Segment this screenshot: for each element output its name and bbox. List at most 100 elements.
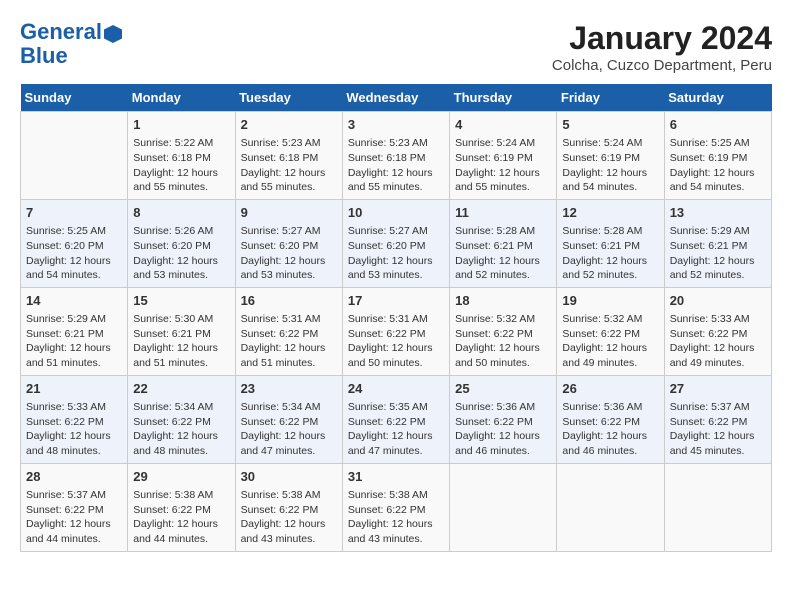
day-info: Sunrise: 5:25 AM Sunset: 6:19 PM Dayligh… [670,136,766,195]
day-number: 1 [133,116,229,134]
title-area: January 2024 Colcha, Cuzco Department, P… [552,20,772,74]
day-number: 27 [670,380,766,398]
weekday-header-tuesday: Tuesday [235,84,342,112]
calendar-cell: 14 Sunrise: 5:29 AM Sunset: 6:21 PM Dayli… [21,287,128,375]
day-number: 9 [241,204,337,222]
day-info: Sunrise: 5:31 AM Sunset: 6:22 PM Dayligh… [241,312,337,371]
calendar-cell: 10 Sunrise: 5:27 AM Sunset: 6:20 PM Dayli… [342,199,449,287]
day-info: Sunrise: 5:38 AM Sunset: 6:22 PM Dayligh… [241,488,337,547]
calendar-cell: 22 Sunrise: 5:34 AM Sunset: 6:22 PM Dayli… [128,375,235,463]
page-subtitle: Colcha, Cuzco Department, Peru [552,57,772,74]
day-number: 17 [348,292,444,310]
day-number: 29 [133,468,229,486]
day-number: 31 [348,468,444,486]
day-info: Sunrise: 5:24 AM Sunset: 6:19 PM Dayligh… [455,136,551,195]
calendar-cell: 5 Sunrise: 5:24 AM Sunset: 6:19 PM Daylig… [557,112,664,200]
weekday-header-monday: Monday [128,84,235,112]
calendar-week-row: 7 Sunrise: 5:25 AM Sunset: 6:20 PM Daylig… [21,199,772,287]
calendar-week-row: 21 Sunrise: 5:33 AM Sunset: 6:22 PM Dayli… [21,375,772,463]
day-info: Sunrise: 5:34 AM Sunset: 6:22 PM Dayligh… [241,400,337,459]
day-number: 7 [26,204,122,222]
day-number: 15 [133,292,229,310]
day-number: 20 [670,292,766,310]
day-number: 5 [562,116,658,134]
logo-general: General [20,20,122,44]
day-info: Sunrise: 5:37 AM Sunset: 6:22 PM Dayligh… [670,400,766,459]
calendar-cell [557,463,664,551]
day-info: Sunrise: 5:28 AM Sunset: 6:21 PM Dayligh… [455,224,551,283]
day-number: 4 [455,116,551,134]
weekday-header-saturday: Saturday [664,84,771,112]
day-info: Sunrise: 5:35 AM Sunset: 6:22 PM Dayligh… [348,400,444,459]
day-number: 18 [455,292,551,310]
day-number: 23 [241,380,337,398]
day-number: 6 [670,116,766,134]
day-info: Sunrise: 5:36 AM Sunset: 6:22 PM Dayligh… [562,400,658,459]
day-info: Sunrise: 5:37 AM Sunset: 6:22 PM Dayligh… [26,488,122,547]
day-number: 8 [133,204,229,222]
calendar-cell: 2 Sunrise: 5:23 AM Sunset: 6:18 PM Daylig… [235,112,342,200]
day-info: Sunrise: 5:29 AM Sunset: 6:21 PM Dayligh… [26,312,122,371]
logo-blue: Blue [20,44,122,68]
day-info: Sunrise: 5:23 AM Sunset: 6:18 PM Dayligh… [348,136,444,195]
day-number: 22 [133,380,229,398]
day-number: 10 [348,204,444,222]
calendar-cell [664,463,771,551]
day-number: 25 [455,380,551,398]
day-info: Sunrise: 5:31 AM Sunset: 6:22 PM Dayligh… [348,312,444,371]
day-info: Sunrise: 5:29 AM Sunset: 6:21 PM Dayligh… [670,224,766,283]
day-number: 28 [26,468,122,486]
calendar-cell: 1 Sunrise: 5:22 AM Sunset: 6:18 PM Daylig… [128,112,235,200]
calendar-cell: 30 Sunrise: 5:38 AM Sunset: 6:22 PM Dayli… [235,463,342,551]
day-info: Sunrise: 5:27 AM Sunset: 6:20 PM Dayligh… [348,224,444,283]
calendar-week-row: 14 Sunrise: 5:29 AM Sunset: 6:21 PM Dayli… [21,287,772,375]
calendar-cell: 7 Sunrise: 5:25 AM Sunset: 6:20 PM Daylig… [21,199,128,287]
day-number: 24 [348,380,444,398]
day-info: Sunrise: 5:26 AM Sunset: 6:20 PM Dayligh… [133,224,229,283]
day-info: Sunrise: 5:38 AM Sunset: 6:22 PM Dayligh… [348,488,444,547]
page-title: January 2024 [552,20,772,57]
day-info: Sunrise: 5:32 AM Sunset: 6:22 PM Dayligh… [562,312,658,371]
day-number: 26 [562,380,658,398]
day-info: Sunrise: 5:22 AM Sunset: 6:18 PM Dayligh… [133,136,229,195]
day-info: Sunrise: 5:23 AM Sunset: 6:18 PM Dayligh… [241,136,337,195]
day-number: 14 [26,292,122,310]
calendar-cell: 12 Sunrise: 5:28 AM Sunset: 6:21 PM Dayli… [557,199,664,287]
calendar-week-row: 1 Sunrise: 5:22 AM Sunset: 6:18 PM Daylig… [21,112,772,200]
day-number: 3 [348,116,444,134]
calendar-cell: 25 Sunrise: 5:36 AM Sunset: 6:22 PM Dayli… [450,375,557,463]
header: General Blue January 2024 Colcha, Cuzco … [20,20,772,74]
calendar-cell: 26 Sunrise: 5:36 AM Sunset: 6:22 PM Dayli… [557,375,664,463]
day-info: Sunrise: 5:34 AM Sunset: 6:22 PM Dayligh… [133,400,229,459]
day-number: 13 [670,204,766,222]
calendar-cell: 24 Sunrise: 5:35 AM Sunset: 6:22 PM Dayli… [342,375,449,463]
calendar-cell: 31 Sunrise: 5:38 AM Sunset: 6:22 PM Dayli… [342,463,449,551]
weekday-header-row: SundayMondayTuesdayWednesdayThursdayFrid… [21,84,772,112]
calendar-cell: 21 Sunrise: 5:33 AM Sunset: 6:22 PM Dayli… [21,375,128,463]
calendar-cell: 17 Sunrise: 5:31 AM Sunset: 6:22 PM Dayli… [342,287,449,375]
weekday-header-friday: Friday [557,84,664,112]
calendar-cell [21,112,128,200]
calendar-cell: 29Sunrise: 5:38 AM Sunset: 6:22 PM Dayli… [128,463,235,551]
day-info: Sunrise: 5:24 AM Sunset: 6:19 PM Dayligh… [562,136,658,195]
day-number: 2 [241,116,337,134]
day-number: 12 [562,204,658,222]
calendar-cell: 11Sunrise: 5:28 AM Sunset: 6:21 PM Dayli… [450,199,557,287]
day-info: Sunrise: 5:33 AM Sunset: 6:22 PM Dayligh… [670,312,766,371]
calendar-cell: 18 Sunrise: 5:32 AM Sunset: 6:22 PM Dayli… [450,287,557,375]
day-number: 30 [241,468,337,486]
day-info: Sunrise: 5:36 AM Sunset: 6:22 PM Dayligh… [455,400,551,459]
day-number: 21 [26,380,122,398]
calendar-cell: 15Sunrise: 5:30 AM Sunset: 6:21 PM Dayli… [128,287,235,375]
day-info: Sunrise: 5:33 AM Sunset: 6:22 PM Dayligh… [26,400,122,459]
day-number: 16 [241,292,337,310]
day-info: Sunrise: 5:27 AM Sunset: 6:20 PM Dayligh… [241,224,337,283]
calendar-cell: 19Sunrise: 5:32 AM Sunset: 6:22 PM Dayli… [557,287,664,375]
calendar-week-row: 28 Sunrise: 5:37 AM Sunset: 6:22 PM Dayli… [21,463,772,551]
weekday-header-sunday: Sunday [21,84,128,112]
calendar-table: SundayMondayTuesdayWednesdayThursdayFrid… [20,84,772,552]
weekday-header-wednesday: Wednesday [342,84,449,112]
day-info: Sunrise: 5:25 AM Sunset: 6:20 PM Dayligh… [26,224,122,283]
day-info: Sunrise: 5:32 AM Sunset: 6:22 PM Dayligh… [455,312,551,371]
day-info: Sunrise: 5:28 AM Sunset: 6:21 PM Dayligh… [562,224,658,283]
